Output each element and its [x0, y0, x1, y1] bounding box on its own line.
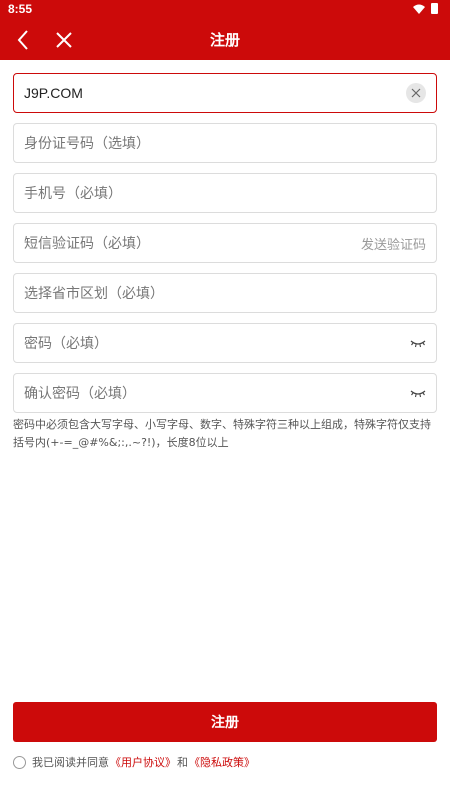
send-code-button[interactable]: 发送验证码 — [361, 234, 426, 253]
clear-input-button[interactable] — [406, 83, 426, 103]
register-button[interactable]: 注册 — [13, 702, 437, 742]
confirm-password-field — [13, 373, 437, 413]
region-select[interactable] — [24, 285, 426, 301]
phone-field — [13, 173, 437, 213]
phone-input[interactable] — [24, 185, 426, 201]
agree-radio[interactable] — [13, 755, 26, 769]
password-field — [13, 323, 437, 363]
agreement-prefix: 我已阅读并同意 — [32, 756, 109, 769]
status-bar: 8:55 — [0, 0, 450, 20]
region-field — [13, 273, 437, 313]
status-icons — [413, 3, 438, 14]
id-card-field — [13, 123, 437, 163]
eye-closed-icon[interactable] — [410, 338, 426, 348]
sms-code-input[interactable] — [24, 235, 361, 251]
battery-icon — [431, 3, 438, 14]
page-title: 注册 — [209, 31, 240, 49]
clear-icon — [411, 88, 421, 98]
privacy-policy-link[interactable]: 《隐私政策》 — [189, 754, 255, 770]
app-header: 8:55 注册 — [0, 0, 450, 60]
sms-code-field: 发送验证码 — [13, 223, 437, 263]
wifi-icon — [413, 4, 425, 14]
username-field — [13, 73, 437, 113]
nav-bar: 注册 — [0, 22, 450, 58]
confirm-password-input[interactable] — [24, 385, 410, 401]
password-input[interactable] — [24, 335, 410, 351]
eye-closed-icon[interactable] — [410, 388, 426, 398]
agreement-and: 和 — [177, 756, 188, 769]
user-agreement-link[interactable]: 《用户协议》 — [110, 754, 176, 770]
status-time: 8:55 — [8, 2, 33, 16]
id-card-input[interactable] — [24, 135, 426, 151]
username-input[interactable] — [24, 85, 406, 101]
password-hint: 密码中必须包含大写字母、小写字母、数字、特殊字符三种以上组成，特殊字符仅支持括号… — [13, 418, 431, 449]
agreement-row: 我已阅读并同意 《用户协议》 和 《隐私政策》 — [13, 754, 256, 770]
register-form: 发送验证码 — [13, 73, 437, 423]
